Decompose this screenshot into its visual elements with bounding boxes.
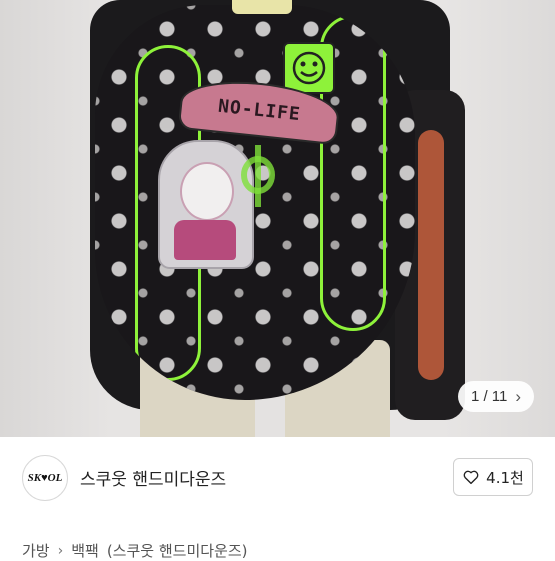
breadcrumb: 가방 › 백팩 (스쿠웃 핸드미다운즈) (22, 540, 248, 561)
nolife-patch-text: NO-LIFE (217, 95, 302, 125)
heart-icon (463, 470, 479, 485)
like-count: 4.1천 (486, 468, 524, 487)
shop-row[interactable]: SK♥OL 스쿠웃 핸드미다운즈 4.1천 (0, 437, 555, 527)
chevron-right-icon[interactable]: › (515, 388, 521, 405)
avatar-logo-text: SK♥OL (27, 472, 63, 484)
character-face (180, 162, 234, 221)
counter-separator: / (483, 388, 488, 405)
breadcrumb-item-category[interactable]: 가방 (22, 540, 50, 561)
breadcrumb-item-brand[interactable]: (스쿠웃 핸드미다운즈) (107, 540, 248, 561)
shop-avatar[interactable]: SK♥OL (22, 455, 68, 501)
shop-name[interactable]: 스쿠웃 핸드미다운즈 (80, 465, 226, 490)
brand-tag (232, 0, 292, 14)
sleeve-graphic (418, 130, 444, 380)
counter-total: 11 (491, 388, 508, 405)
like-button[interactable]: 4.1천 (453, 458, 533, 496)
character-body (174, 220, 236, 260)
smiley-patch (283, 42, 335, 94)
green-phi-symbol (241, 145, 275, 207)
counter-current: 1 (470, 388, 480, 405)
product-image[interactable]: NO-LIFE 1 / 11 › (0, 0, 555, 437)
image-page-counter[interactable]: 1 / 11 › (458, 381, 534, 412)
breadcrumb-chevron-icon: › (57, 542, 64, 559)
breadcrumb-item-subcategory[interactable]: 백팩 (71, 540, 99, 561)
